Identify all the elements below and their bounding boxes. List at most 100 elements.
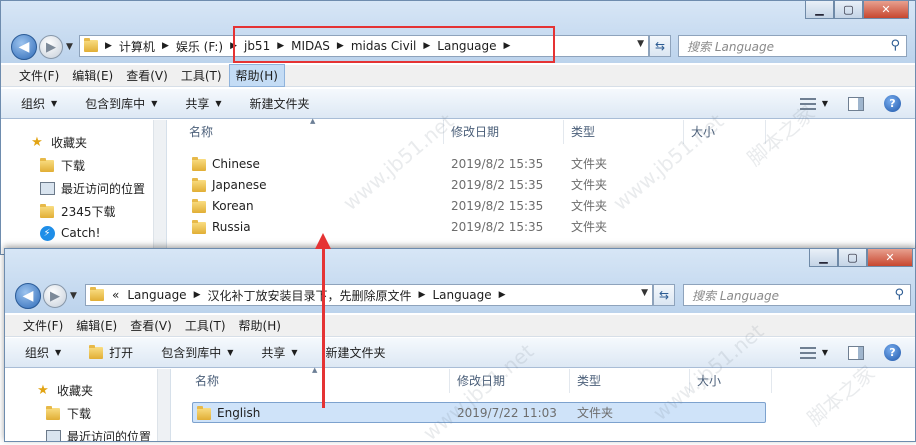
chevron-down-icon[interactable]: ▼ (822, 348, 828, 357)
table-row[interactable]: Russia 2019/8/2 15:35 文件夹 (168, 217, 768, 238)
column-type[interactable]: 类型 (564, 120, 684, 144)
menu-edit[interactable]: 编辑(E) (70, 315, 123, 336)
address-dropdown-icon[interactable]: ▼ (641, 288, 648, 298)
crumb[interactable]: 汉化补丁放安装目录下，先删除原文件 (208, 287, 412, 304)
menu-view[interactable]: 查看(V) (124, 315, 178, 336)
forward-button[interactable]: ▶ (43, 284, 67, 308)
minimize-button[interactable]: ▁ (809, 249, 838, 267)
chevron-down-icon[interactable]: ▼ (822, 99, 828, 108)
file-type: 文件夹 (571, 157, 608, 171)
back-button[interactable]: ◀ (11, 34, 37, 60)
preview-pane-icon[interactable] (848, 96, 864, 111)
crumb[interactable]: Language (127, 288, 186, 302)
search-input[interactable]: 搜索 Language ⚲ (683, 284, 911, 306)
crumb[interactable]: 娱乐 (F:) (176, 38, 223, 55)
address-bar[interactable]: « Language ▶ 汉化补丁放安装目录下，先删除原文件 ▶ Language … (85, 284, 653, 306)
include-in-library-button[interactable]: 包含到库中 ▼ (85, 95, 157, 112)
view-icon[interactable] (799, 97, 816, 110)
recent-pages-dropdown[interactable]: ▼ (70, 291, 77, 301)
column-size[interactable]: 大小 (690, 369, 772, 393)
menu-tools[interactable]: 工具(T) (175, 65, 228, 86)
folder-icon (39, 203, 55, 219)
folder-icon (89, 344, 104, 359)
new-folder-button[interactable]: 新建文件夹 (250, 95, 310, 112)
command-bar: 组织 ▼ 打开 包含到库中 ▼ 共享 ▼ 新建文件夹 ▼ ? (5, 338, 915, 368)
nav-item-favorites[interactable]: ★ 收藏夹 (35, 382, 93, 399)
search-icon[interactable]: ⚲ (894, 287, 904, 302)
refresh-button[interactable]: ⇆ (653, 284, 675, 306)
maximize-button[interactable]: ▢ (834, 1, 863, 19)
nav-item-2345-downloads[interactable]: 2345下载 (39, 203, 116, 220)
nav-scrollbar[interactable] (153, 120, 166, 254)
view-controls: ▼ ? (799, 95, 901, 112)
nav-label: 最近访问的位置 (67, 430, 152, 442)
file-date: 2019/7/22 11:03 (457, 406, 557, 420)
column-type[interactable]: 类型 (570, 369, 690, 393)
help-icon[interactable]: ? (884, 95, 901, 112)
file-date: 2019/8/2 15:35 (451, 178, 544, 192)
chevron-down-icon: ▼ (215, 99, 222, 108)
table-row-selected[interactable]: English 2019/7/22 11:03 文件夹 (192, 402, 766, 423)
new-folder-button[interactable]: 新建文件夹 (326, 344, 386, 361)
table-row[interactable]: Japanese 2019/8/2 15:35 文件夹 (168, 175, 768, 196)
search-icon[interactable]: ⚲ (890, 38, 900, 53)
folder-icon (90, 287, 104, 301)
menu-view[interactable]: 查看(V) (120, 65, 174, 86)
recent-pages-dropdown[interactable]: ▼ (66, 42, 73, 52)
menu-help[interactable]: 帮助(H) (228, 64, 285, 87)
explorer-window-bottom: ▁ ▢ ✕ ◀ ▶ ▼ « Language ▶ 汉化补丁放安装目录下，先删除原文… (4, 248, 916, 442)
table-row[interactable]: Chinese 2019/8/2 15:35 文件夹 (168, 154, 768, 175)
close-button[interactable]: ✕ (863, 1, 909, 19)
column-date[interactable]: 修改日期 (444, 120, 564, 144)
caption-buttons: ▁ ▢ ✕ (805, 1, 909, 21)
menu-edit[interactable]: 编辑(E) (66, 65, 119, 86)
share-button[interactable]: 共享 ▼ (185, 95, 221, 112)
table-row[interactable]: Korean 2019/8/2 15:35 文件夹 (168, 196, 768, 217)
search-input[interactable]: 搜索 Language ⚲ (678, 35, 907, 57)
crumb[interactable]: Language (432, 288, 491, 302)
file-type: 文件夹 (571, 220, 608, 234)
open-button[interactable]: 打开 (89, 344, 133, 361)
menu-help[interactable]: 帮助(H) (233, 315, 287, 336)
nav-scrollbar[interactable] (157, 369, 170, 441)
column-size[interactable]: 大小 (684, 120, 766, 144)
forward-button[interactable]: ▶ (39, 35, 63, 59)
crumb[interactable]: 计算机 (119, 38, 155, 55)
folder-icon (45, 405, 61, 421)
nav-item-catch[interactable]: ⚡ Catch! (39, 225, 100, 241)
column-headers: ▲ 名称 修改日期 类型 大小 (168, 117, 915, 144)
organize-button[interactable]: 组织 ▼ (21, 95, 57, 112)
menu-file[interactable]: 文件(F) (13, 65, 65, 86)
refresh-button[interactable]: ⇆ (649, 35, 671, 57)
menu-tools[interactable]: 工具(T) (179, 315, 232, 336)
column-name[interactable]: 名称 (182, 120, 444, 144)
column-headers: ▲ 名称 修改日期 类型 大小 (172, 366, 915, 393)
organize-button[interactable]: 组织 ▼ (25, 344, 61, 361)
view-icon[interactable] (799, 346, 816, 359)
include-in-library-button[interactable]: 包含到库中 ▼ (161, 344, 233, 361)
help-icon[interactable]: ? (884, 344, 901, 361)
chevron-down-icon: ▼ (55, 348, 62, 357)
nav-item-downloads[interactable]: 下载 (39, 157, 85, 174)
folder-icon (192, 177, 206, 192)
menu-file[interactable]: 文件(F) (17, 315, 69, 336)
recent-places-icon (39, 182, 55, 196)
column-date[interactable]: 修改日期 (450, 369, 570, 393)
share-button[interactable]: 共享 ▼ (261, 344, 297, 361)
column-name[interactable]: 名称 (188, 369, 450, 393)
maximize-button[interactable]: ▢ (838, 249, 867, 267)
address-dropdown-icon[interactable]: ▼ (637, 39, 644, 49)
nav-item-downloads[interactable]: 下载 (45, 405, 91, 422)
chevron-down-icon: ▼ (151, 99, 158, 108)
overflow-chevron[interactable]: « (112, 288, 119, 302)
nav-item-favorites[interactable]: ★ 收藏夹 (29, 134, 87, 151)
folder-icon (192, 198, 206, 213)
preview-pane-icon[interactable] (848, 345, 864, 360)
minimize-button[interactable]: ▁ (805, 1, 834, 19)
back-button[interactable]: ◀ (15, 283, 41, 309)
file-date: 2019/8/2 15:35 (451, 157, 544, 171)
nav-item-recent[interactable]: 最近访问的位置 (45, 428, 152, 442)
folder-icon (39, 157, 55, 173)
nav-item-recent[interactable]: 最近访问的位置 (39, 180, 145, 197)
close-button[interactable]: ✕ (867, 249, 913, 267)
